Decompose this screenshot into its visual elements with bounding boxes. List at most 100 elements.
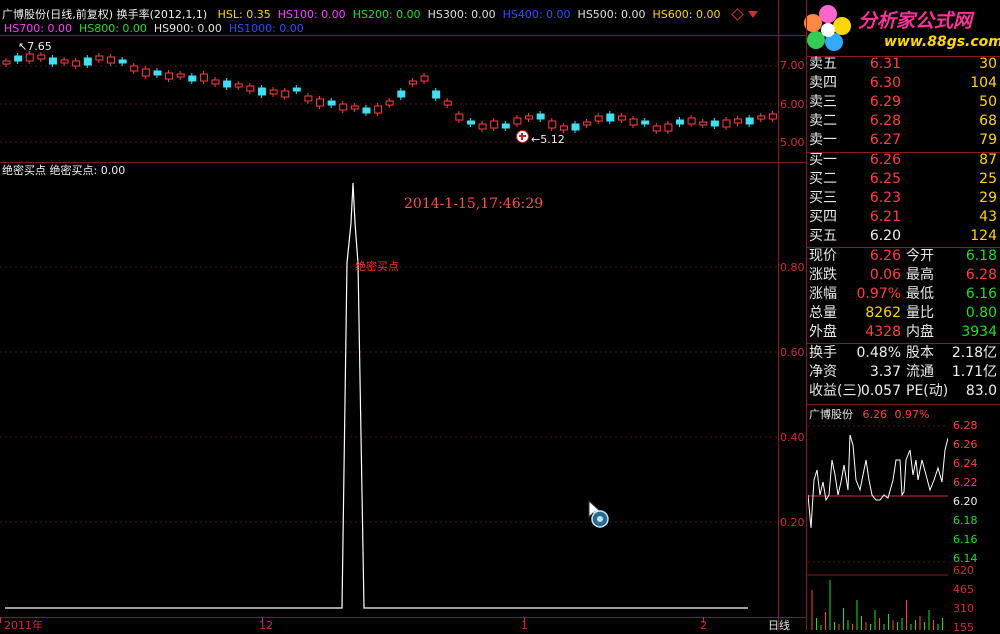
candle-body (699, 121, 708, 126)
mini-price-tick: 6.22 (953, 476, 978, 489)
settings-diamond-icon[interactable] (731, 8, 744, 21)
indicator-chart[interactable] (0, 163, 778, 617)
x-axis-label: 2011年 (4, 619, 43, 632)
candle-body (513, 117, 522, 125)
mini-price-tick: 6.28 (953, 419, 978, 432)
header-indicator-value: HS700: 0.00 (4, 22, 72, 35)
order-level-label: 卖二 (809, 113, 837, 129)
mini-price-tick: 6.18 (953, 514, 978, 527)
down-triangle-icon[interactable] (748, 11, 758, 18)
stat-value: 6.26 (869, 248, 901, 264)
candle-body (617, 115, 626, 121)
candle-body (188, 75, 197, 82)
candle-body (107, 56, 116, 64)
quote-stat-row: 涨跌 0.06 最高 6.28 (809, 266, 999, 285)
candle-body (269, 89, 278, 95)
price-candlestick-chart[interactable] (0, 36, 778, 162)
order-volume: 124 (970, 228, 997, 244)
candle-body (559, 125, 568, 131)
order-price: 6.25 (869, 171, 901, 187)
order-price: 6.30 (869, 75, 901, 91)
stat-label: 最高 (906, 267, 934, 283)
candle-body (408, 80, 417, 85)
candle-body (664, 123, 673, 132)
candle-body (652, 125, 661, 132)
stat-label: 股本 (906, 345, 934, 361)
fundamental-row: 收益(三) 0.057 PE(动) 83.0 (809, 382, 999, 401)
stat-label: 现价 (809, 248, 837, 264)
order-book-row[interactable]: 卖一 6.27 79 (809, 131, 999, 150)
indicator-axis-tick: 0.20 (780, 516, 805, 529)
order-volume: 87 (979, 152, 997, 168)
stat-value: 6.18 (965, 248, 997, 264)
candle-body (234, 83, 243, 88)
order-volume: 25 (979, 171, 997, 187)
period-selector[interactable]: 日线 (768, 619, 790, 633)
low-price-label: ←5.12 (531, 133, 565, 146)
quote-stat-row: 涨幅 0.97% 最低 6.16 (809, 285, 999, 304)
order-book-row[interactable]: 买一 6.26 87 (809, 151, 999, 170)
order-level-label: 买一 (809, 152, 837, 168)
candle-body (37, 54, 46, 60)
order-book-row[interactable]: 买三 6.23 29 (809, 189, 999, 208)
order-price: 6.26 (869, 152, 901, 168)
order-book-row[interactable]: 买五 6.20 124 (809, 227, 999, 246)
stat-value: 4328 (865, 324, 901, 340)
stat-value: 8262 (865, 305, 901, 321)
stat-value: 0.057 (860, 383, 901, 399)
candle-body (548, 120, 557, 129)
header-indicator-value: HS1000: 0.00 (228, 22, 304, 35)
candle-body (490, 120, 499, 129)
candle-body (583, 121, 592, 126)
order-book-row[interactable]: 卖三 6.29 50 (809, 93, 999, 112)
order-level-label: 卖五 (809, 56, 837, 72)
stat-label: 净资 (809, 364, 837, 380)
stat-value: 6.28 (965, 267, 997, 283)
order-volume: 43 (979, 209, 997, 225)
mini-price-tick: 6.26 (953, 438, 978, 451)
stat-label: 量比 (906, 305, 934, 321)
stat-value: 3.37 (869, 364, 901, 380)
mini-volume-tick: 155 (953, 621, 974, 634)
order-price: 6.31 (869, 56, 901, 72)
candle-body (95, 55, 104, 61)
candle-body (525, 115, 534, 120)
high-price-label: ↖7.65 (18, 40, 52, 53)
header-indicator-value: HS900: 0.00 (153, 22, 222, 35)
order-book-row[interactable]: 买四 6.21 43 (809, 208, 999, 227)
stat-label: 流通 (906, 364, 934, 380)
candle-body (675, 119, 684, 125)
order-book-row[interactable]: 卖五 6.31 30 (809, 55, 999, 74)
candle-body (710, 120, 719, 127)
stat-label: 收益(三) (809, 383, 862, 399)
stat-value: 6.16 (965, 286, 997, 302)
mini-volume-tick: 465 (953, 583, 974, 596)
stat-value: 3934 (961, 324, 997, 340)
intraday-mini-chart[interactable] (808, 420, 948, 630)
order-book-row[interactable]: 买二 6.25 25 (809, 170, 999, 189)
quote-stat-row: 总量 8262 量比 0.80 (809, 304, 999, 323)
candle-body (745, 117, 754, 125)
order-book-row[interactable]: 卖二 6.28 68 (809, 112, 999, 131)
candle-body (130, 65, 139, 72)
order-volume: 68 (979, 113, 997, 129)
candle-body (362, 107, 371, 114)
candle-body (246, 85, 255, 92)
indicator-axis-tick: 0.60 (780, 346, 805, 359)
order-book-row[interactable]: 卖四 6.30 104 (809, 74, 999, 93)
candle-body (501, 123, 510, 129)
order-level-label: 买五 (809, 228, 837, 244)
candle-body (257, 87, 266, 96)
candle-body (48, 57, 57, 65)
mini-volume-tick: 310 (953, 602, 974, 615)
order-price: 6.27 (869, 132, 901, 148)
order-level-label: 卖三 (809, 94, 837, 110)
stat-value: 2.18亿 (951, 345, 997, 361)
candle-body (734, 118, 743, 124)
candle-body (478, 123, 487, 130)
candle-body (432, 90, 441, 99)
fundamental-row: 净资 3.37 流通 1.71亿 (809, 363, 999, 382)
candle-body (594, 115, 603, 122)
candle-body (25, 53, 34, 62)
mini-price-tick: 6.24 (953, 457, 978, 470)
